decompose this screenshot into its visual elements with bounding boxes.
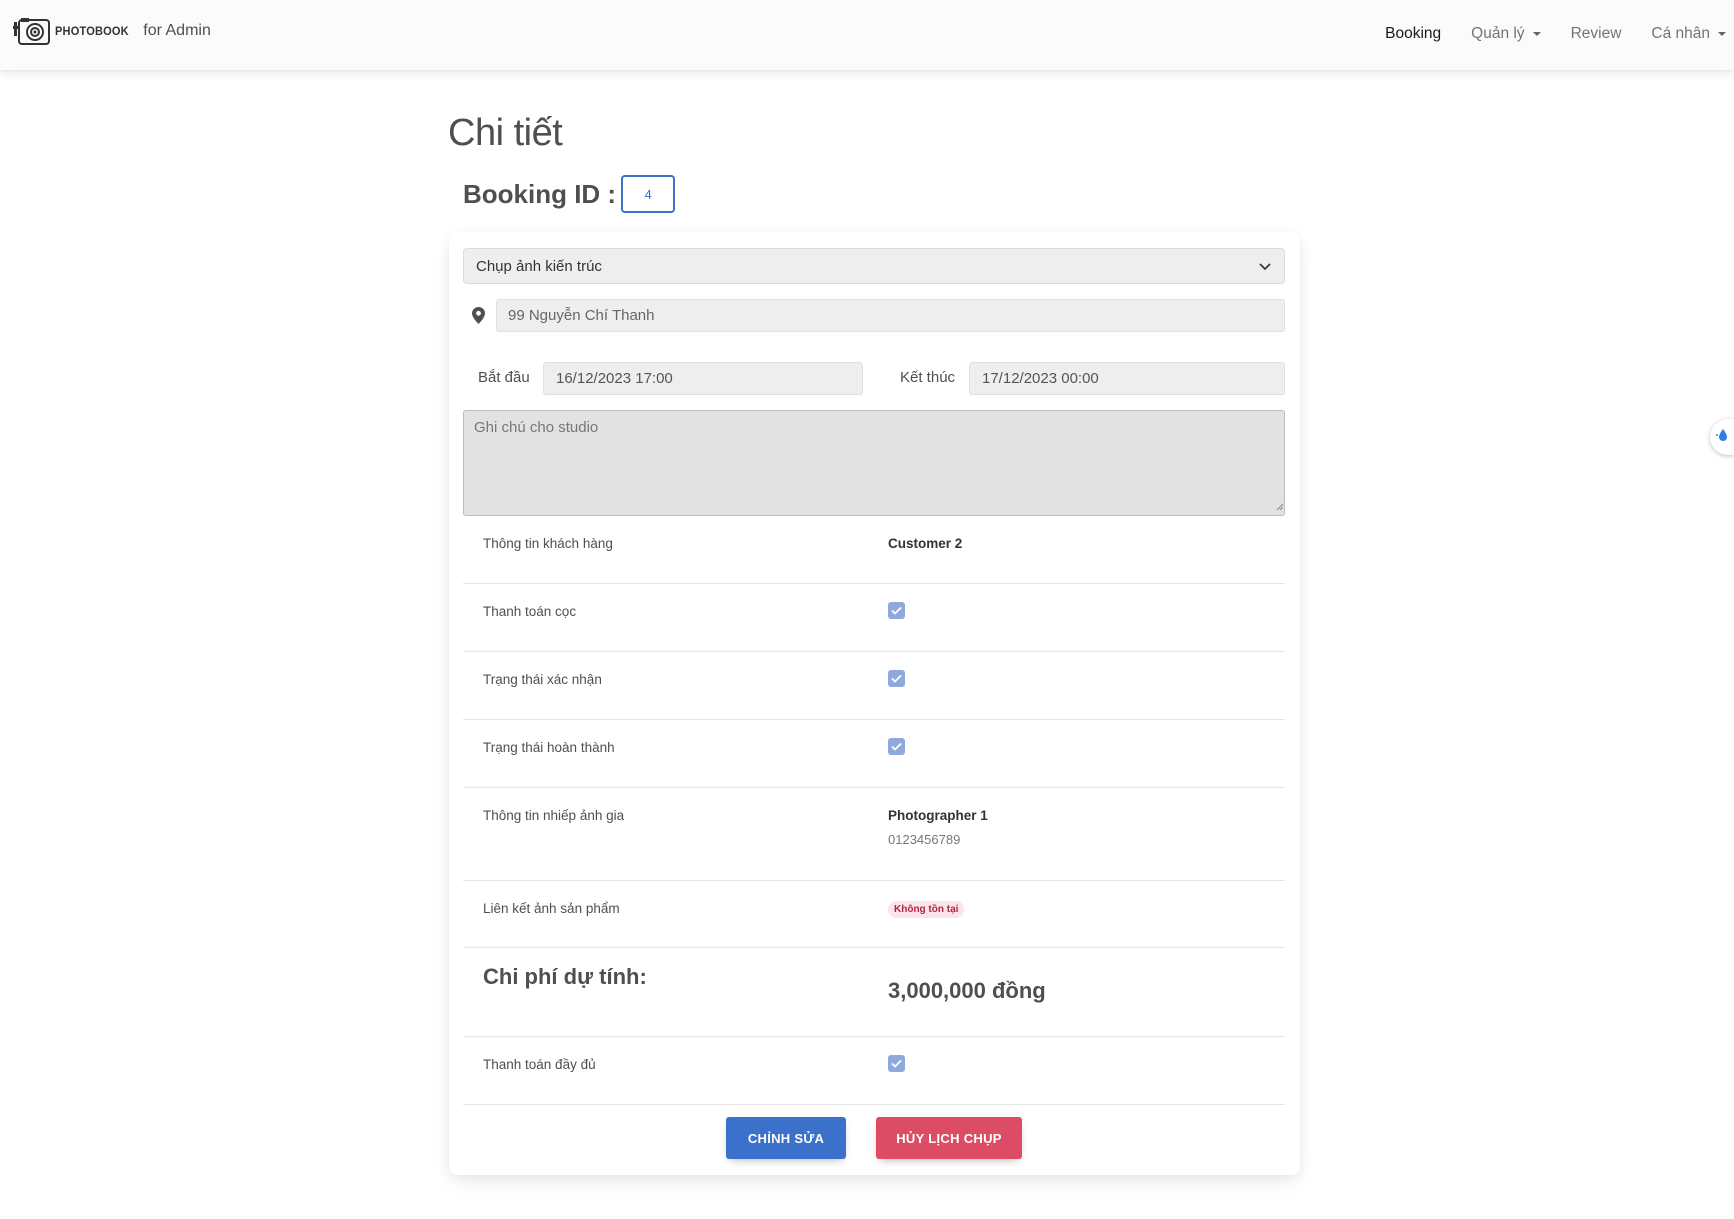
studio-note-textarea[interactable]: Ghi chú cho studio: [463, 410, 1285, 516]
photographer-label: Thông tin nhiếp ảnh gia: [483, 808, 625, 823]
deposit-value: [888, 602, 905, 619]
full-payment-value: [888, 1055, 905, 1072]
cost-row: Chi phí dự tính: 3,000,000 đồng: [463, 948, 1285, 1037]
end-datetime-value: 17/12/2023 00:00: [982, 370, 1099, 387]
deposit-row: Thanh toán cọc: [463, 584, 1285, 652]
caret-down-icon: [1532, 32, 1541, 36]
photographer-row: Thông tin nhiếp ảnh gia Photographer 1 0…: [463, 788, 1285, 881]
floating-widget[interactable]: [1710, 419, 1734, 455]
start-datetime-field[interactable]: 16/12/2023 17:00: [543, 362, 863, 395]
full-payment-label: Thanh toán đầy đủ: [483, 1057, 596, 1072]
booking-detail-card: Chụp ảnh kiến trúc 99 Nguyễn Chí Thanh B…: [449, 232, 1300, 1175]
service-type-value: Chụp ảnh kiến trúc: [476, 257, 602, 275]
completed-checkbox[interactable]: [888, 738, 905, 755]
complete-value: [888, 738, 905, 755]
product-link-label: Liên kết ảnh sản phẩm: [483, 901, 620, 916]
nav-links: Booking Quản lý Review Cá nhân: [1355, 22, 1734, 46]
photographer-name: Photographer 1: [888, 808, 988, 823]
nav-dropdown-quan-ly-label: Quản lý: [1471, 25, 1525, 42]
nav-link-review-label: Review: [1570, 25, 1622, 42]
start-datetime-value: 16/12/2023 17:00: [556, 370, 673, 387]
customer-label: Thông tin khách hàng: [483, 536, 613, 551]
nav-dropdown-ca-nhan[interactable]: Cá nhân: [1651, 22, 1726, 46]
cost-label: Chi phí dự tính:: [483, 964, 647, 989]
nav-dropdown-ca-nhan-label: Cá nhân: [1651, 25, 1710, 42]
nav-dropdown-quan-ly[interactable]: Quản lý: [1471, 22, 1541, 46]
booking-id-label: Booking ID :: [463, 178, 617, 209]
customer-name: Customer 2: [888, 536, 963, 551]
address-field[interactable]: 99 Nguyễn Chí Thanh: [496, 299, 1285, 332]
full-paid-checkbox[interactable]: [888, 1055, 905, 1072]
camera-logo-icon: [13, 16, 51, 46]
start-label: Bắt đầu: [478, 369, 530, 386]
cancel-booking-button[interactable]: HỦY LỊCH CHỤP: [876, 1117, 1022, 1159]
confirm-row: Trạng thái xác nhận: [463, 652, 1285, 720]
resize-grip-icon[interactable]: [1275, 497, 1284, 514]
full-payment-row: Thanh toán đầy đủ: [463, 1037, 1285, 1105]
nav-link-review[interactable]: Review: [1571, 22, 1622, 46]
confirmed-checkbox[interactable]: [888, 670, 905, 687]
edit-button[interactable]: CHỈNH SỬA: [726, 1117, 846, 1159]
nav-link-booking-label: Booking: [1385, 25, 1442, 42]
product-link-value: Không tồn tại: [888, 900, 965, 918]
navbar: PHOTOBOOK for Admin Booking Quản lý Revi…: [0, 0, 1734, 70]
brand[interactable]: PHOTOBOOK for Admin: [13, 16, 211, 46]
service-type-select[interactable]: Chụp ảnh kiến trúc: [463, 248, 1285, 284]
customer-row: Thông tin khách hàng Customer 2: [463, 516, 1285, 584]
brand-name: PHOTOBOOK: [55, 24, 129, 38]
end-label: Kết thúc: [900, 369, 956, 386]
map-pin-icon: [472, 307, 485, 329]
booking-id-value: 4: [621, 175, 676, 213]
cost-value: 3,000,000 đồng: [888, 978, 1046, 1003]
nav-link-booking[interactable]: Booking: [1385, 22, 1441, 46]
page-title: Chi tiết: [448, 112, 563, 154]
complete-label: Trạng thái hoàn thành: [483, 740, 615, 755]
deposit-paid-checkbox[interactable]: [888, 602, 905, 619]
address-value: 99 Nguyễn Chí Thanh: [508, 307, 655, 324]
chevron-down-icon: [1258, 259, 1272, 277]
confirm-label: Trạng thái xác nhận: [483, 672, 602, 687]
end-datetime-field[interactable]: 17/12/2023 00:00: [969, 362, 1285, 395]
booking-id-row: Booking ID : 4: [463, 175, 676, 213]
product-link-row: Liên kết ảnh sản phẩm Không tồn tại: [463, 881, 1285, 948]
complete-row: Trạng thái hoàn thành: [463, 720, 1285, 788]
status-badge: Không tồn tại: [888, 901, 965, 918]
deposit-label: Thanh toán cọc: [483, 604, 577, 619]
studio-note-placeholder: Ghi chú cho studio: [474, 419, 599, 436]
water-drop-icon: [1715, 427, 1729, 448]
photographer-info: Photographer 1 0123456789: [888, 808, 988, 847]
confirm-value: [888, 670, 905, 687]
photographer-phone: 0123456789: [888, 832, 961, 847]
brand-subtitle: for Admin: [143, 22, 211, 39]
caret-down-icon: [1718, 32, 1726, 36]
